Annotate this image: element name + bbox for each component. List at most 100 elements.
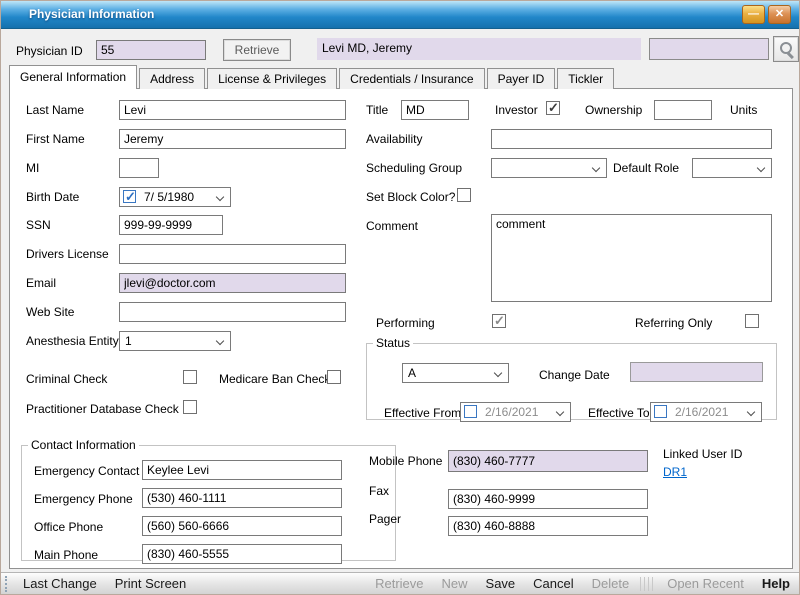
effective-to-picker[interactable]: 2/16/2021: [650, 402, 762, 422]
default-role-select[interactable]: [692, 158, 772, 178]
scheduling-group-label: Scheduling Group: [366, 161, 462, 175]
last-name-input[interactable]: [119, 100, 346, 120]
ssn-input[interactable]: [119, 215, 223, 235]
toolbar-separator: [640, 577, 656, 591]
anesthesia-entity-value: 1: [125, 334, 132, 348]
fax-input[interactable]: [448, 489, 648, 509]
physician-name-display: Levi MD, Jeremy: [317, 38, 641, 60]
email-label: Email: [26, 276, 56, 290]
close-button[interactable]: ✕: [768, 5, 791, 24]
referring-only-checkbox[interactable]: [745, 314, 759, 328]
chevron-down-icon: [494, 369, 502, 377]
emergency-phone-label: Emergency Phone: [34, 492, 133, 506]
tab-credentials-insurance[interactable]: Credentials / Insurance: [339, 68, 484, 89]
scheduling-group-select[interactable]: [491, 158, 607, 178]
status-group-label: Status: [373, 336, 413, 350]
bottom-toolbar: Last Change Print Screen Retrieve New Sa…: [1, 572, 799, 594]
effective-from-checkbox[interactable]: [464, 405, 477, 418]
last-change-button[interactable]: Last Change: [14, 576, 106, 591]
chevron-down-icon: [556, 408, 564, 416]
office-phone-input[interactable]: [142, 516, 342, 536]
mi-input[interactable]: [119, 158, 159, 178]
medicare-ban-check-checkbox[interactable]: [327, 370, 341, 384]
open-recent-button[interactable]: Open Recent: [658, 576, 753, 591]
web-site-label: Web Site: [26, 305, 74, 319]
status-groupbox: Status A Change Date Effective From 2/16…: [366, 336, 777, 420]
mobile-phone-input[interactable]: [448, 450, 648, 472]
tab-tickler[interactable]: Tickler: [557, 68, 614, 89]
emergency-contact-input[interactable]: [142, 460, 342, 480]
main-phone-input[interactable]: [142, 544, 342, 564]
title-label: Title: [366, 103, 388, 117]
effective-to-checkbox[interactable]: [654, 405, 667, 418]
first-name-input[interactable]: [119, 129, 346, 149]
status-value: A: [408, 366, 416, 380]
emergency-contact-label: Emergency Contact: [34, 464, 139, 478]
print-screen-button[interactable]: Print Screen: [106, 576, 196, 591]
investor-checkbox[interactable]: [546, 101, 560, 115]
email-input[interactable]: [119, 273, 346, 293]
availability-input[interactable]: [491, 129, 772, 149]
main-phone-label: Main Phone: [34, 548, 98, 562]
chevron-down-icon: [216, 193, 224, 201]
comment-textarea[interactable]: comment: [491, 214, 772, 302]
magnifier-icon: [780, 42, 794, 56]
ssn-label: SSN: [26, 218, 51, 232]
anesthesia-entity-select[interactable]: 1: [119, 331, 231, 351]
tab-general-information[interactable]: General Information: [9, 65, 137, 89]
contact-information-groupbox: Contact Information Emergency Contact Em…: [21, 438, 396, 561]
tab-license-privileges[interactable]: License & Privileges: [207, 68, 337, 89]
criminal-check-label: Criminal Check: [26, 372, 107, 386]
birth-date-checkbox[interactable]: [123, 190, 136, 203]
web-site-input[interactable]: [119, 302, 346, 322]
physician-id-input[interactable]: [96, 40, 206, 60]
status-select[interactable]: A: [402, 363, 509, 383]
pager-input[interactable]: [448, 516, 648, 536]
effective-to-label: Effective To: [588, 406, 650, 420]
set-block-color-checkbox[interactable]: [457, 188, 471, 202]
practitioner-database-check-checkbox[interactable]: [183, 400, 197, 414]
birth-date-value: 7/ 5/1980: [144, 190, 194, 204]
toolbar-grip-icon: [5, 576, 8, 592]
effective-to-value: 2/16/2021: [675, 405, 728, 419]
criminal-check-checkbox[interactable]: [183, 370, 197, 384]
effective-from-value: 2/16/2021: [485, 405, 538, 419]
window-title: Physician Information: [29, 7, 154, 21]
birth-date-label: Birth Date: [26, 190, 79, 204]
chevron-down-icon: [757, 164, 765, 172]
effective-from-picker[interactable]: 2/16/2021: [460, 402, 571, 422]
new-button[interactable]: New: [433, 576, 477, 591]
emergency-phone-input[interactable]: [142, 488, 342, 508]
title-bar: Physician Information — ✕: [1, 1, 799, 29]
ownership-input[interactable]: [654, 100, 712, 120]
tab-payer-id[interactable]: Payer ID: [487, 68, 556, 89]
delete-button[interactable]: Delete: [583, 576, 639, 591]
title-input[interactable]: [401, 100, 469, 120]
ownership-label: Ownership: [585, 103, 642, 117]
change-date-label: Change Date: [539, 368, 610, 382]
retrieve-button[interactable]: Retrieve: [223, 39, 291, 61]
birth-date-picker[interactable]: 7/ 5/1980: [119, 187, 231, 207]
comment-label: Comment: [366, 219, 418, 233]
drivers-license-input[interactable]: [119, 244, 346, 264]
medicare-ban-check-label: Medicare Ban Check: [219, 372, 330, 386]
retrieve-footer-button[interactable]: Retrieve: [366, 576, 432, 591]
fax-label: Fax: [369, 484, 389, 498]
chevron-down-icon: [216, 337, 224, 345]
chevron-down-icon: [747, 408, 755, 416]
physician-id-label: Physician ID: [16, 44, 83, 58]
set-block-color-label: Set Block Color?: [366, 190, 455, 204]
linked-user-id-link[interactable]: DR1: [663, 465, 687, 479]
cancel-button[interactable]: Cancel: [524, 576, 582, 591]
physician-information-window: Physician Information — ✕ Physician ID R…: [0, 0, 800, 595]
tab-address[interactable]: Address: [139, 68, 205, 89]
performing-checkbox[interactable]: [492, 314, 506, 328]
mi-label: MI: [26, 161, 39, 175]
first-name-label: First Name: [26, 132, 85, 146]
investor-label: Investor: [495, 103, 538, 117]
save-button[interactable]: Save: [477, 576, 525, 591]
help-button[interactable]: Help: [753, 576, 799, 591]
search-button[interactable]: [773, 36, 799, 62]
minimize-button[interactable]: —: [742, 5, 765, 24]
drivers-license-label: Drivers License: [26, 247, 109, 261]
